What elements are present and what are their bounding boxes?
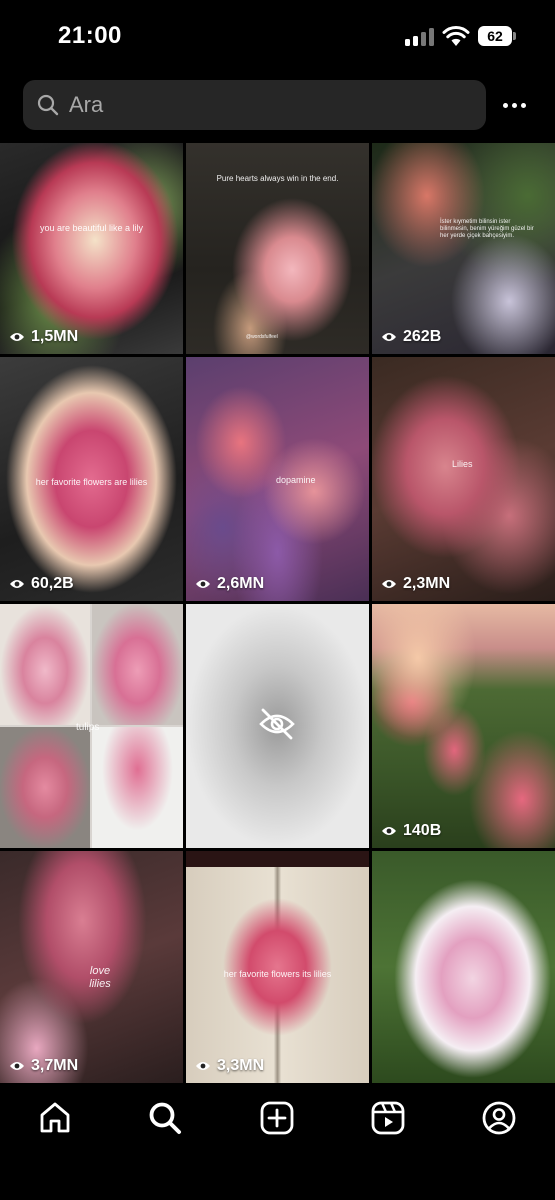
status-bar: 21:00 62 <box>0 0 555 72</box>
post-tile-8-hidden[interactable] <box>186 604 369 848</box>
bottom-navigation <box>0 1083 555 1200</box>
view-count: 1,5MN <box>9 328 78 346</box>
view-count-value: 60,2B <box>31 575 74 592</box>
post-tile-10[interactable]: love lilies 3,7MN <box>0 851 183 1083</box>
explore-grid: you are beautiful like a lily 1,5MN Pure… <box>0 143 555 1083</box>
eye-icon <box>382 827 396 835</box>
view-count: 3,3MN <box>195 1057 264 1075</box>
battery-level: 62 <box>478 26 512 46</box>
post-tile-2[interactable]: Pure hearts always win in the end. @word… <box>186 143 369 354</box>
tile-caption: love lilies <box>89 965 111 990</box>
tile-caption: İster kıymetim bilinsin ister bilinmesin… <box>440 219 534 239</box>
eye-icon <box>10 580 24 588</box>
tile-caption: Pure hearts always win in the end. <box>216 174 339 183</box>
status-time: 21:00 <box>58 22 122 49</box>
view-count: 3,7MN <box>9 1057 78 1075</box>
tile-credit: @wordsfulfeel <box>246 334 278 340</box>
view-count-value: 2,6MN <box>217 575 265 592</box>
home-icon[interactable] <box>37 1100 73 1136</box>
post-tile-6[interactable]: Lilies 2,3MN <box>372 357 555 601</box>
eye-icon <box>382 580 396 588</box>
search-input[interactable]: Ara <box>23 80 486 130</box>
eye-icon <box>382 333 396 341</box>
post-tile-5[interactable]: dopamine 2,6MN <box>186 357 369 601</box>
view-count-value: 140B <box>403 822 442 839</box>
view-count: 262B <box>381 328 441 346</box>
view-count-value: 2,3MN <box>403 575 451 592</box>
view-count-value: 1,5MN <box>31 328 79 345</box>
view-count-value: 3,7MN <box>31 1057 79 1074</box>
post-tile-7[interactable]: tulips <box>0 604 183 848</box>
view-count-value: 3,3MN <box>217 1057 265 1074</box>
view-count: 60,2B <box>9 575 74 593</box>
profile-icon[interactable] <box>481 1100 517 1136</box>
eye-off-icon <box>259 708 295 740</box>
eye-icon <box>196 1062 210 1070</box>
tile-caption: her favorite flowers are lilies <box>35 477 148 487</box>
tile-caption: her favorite flowers its lilies <box>223 969 332 979</box>
view-count: 2,6MN <box>195 575 264 593</box>
post-tile-3[interactable]: İster kıymetim bilinsin ister bilinmesin… <box>372 143 555 354</box>
tile-caption: dopamine <box>276 475 316 485</box>
eye-icon <box>10 333 24 341</box>
explore-icon[interactable] <box>147 1100 183 1136</box>
reels-icon[interactable] <box>370 1100 406 1136</box>
post-tile-9[interactable]: 140B <box>372 604 555 848</box>
cellular-signal-icon <box>405 28 435 46</box>
search-placeholder: Ara <box>69 92 104 117</box>
tile-caption: Lilies <box>452 459 473 469</box>
post-tile-4[interactable]: her favorite flowers are lilies 60,2B <box>0 357 183 601</box>
post-tile-11[interactable]: her favorite flowers its lilies 3,3MN <box>186 851 369 1083</box>
wifi-icon <box>442 25 470 46</box>
battery-icon: 62 <box>478 26 516 46</box>
post-tile-12[interactable] <box>372 851 555 1083</box>
eye-icon <box>10 1062 24 1070</box>
view-count: 140B <box>381 822 441 840</box>
tile-caption: tulips <box>76 722 100 733</box>
view-count: 2,3MN <box>381 575 450 593</box>
tile-caption: you are beautiful like a lily <box>39 223 144 233</box>
more-options-button[interactable] <box>500 90 530 120</box>
create-icon[interactable] <box>259 1100 295 1136</box>
post-tile-1[interactable]: you are beautiful like a lily 1,5MN <box>0 143 183 354</box>
search-icon <box>37 94 59 116</box>
view-count-value: 262B <box>403 328 442 345</box>
eye-icon <box>196 580 210 588</box>
